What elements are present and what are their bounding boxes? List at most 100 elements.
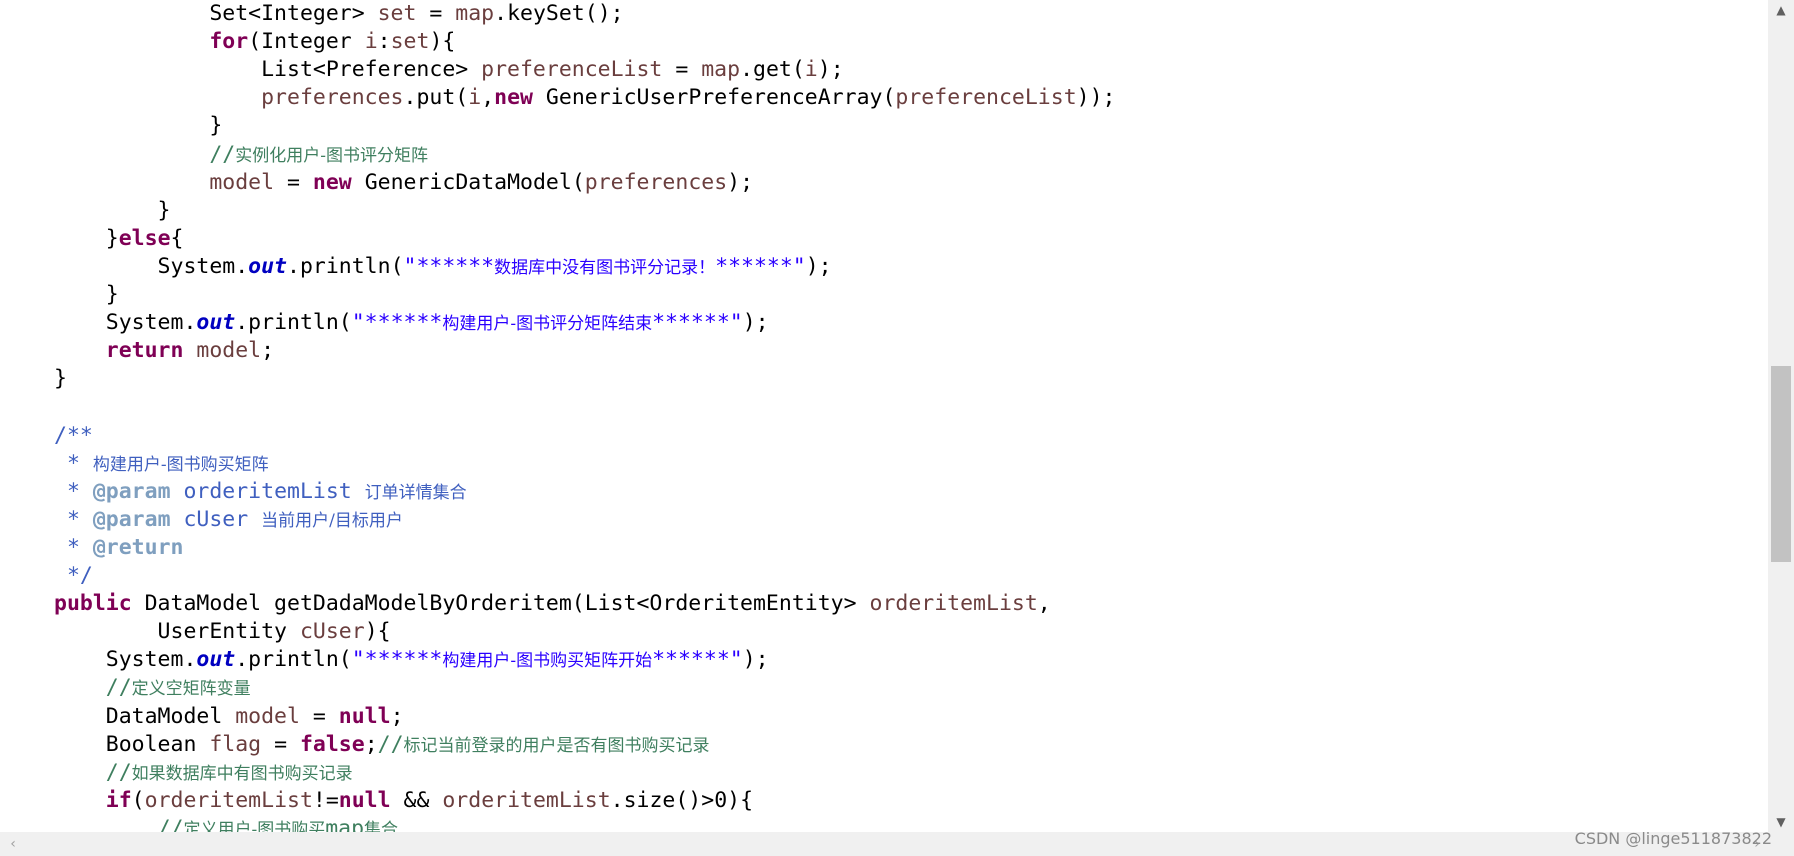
scroll-left-icon[interactable]: ‹ (2, 832, 24, 856)
code-token: .println( (235, 310, 352, 336)
code-line[interactable]: //如果数据库中有图书购买记录 (54, 759, 353, 787)
code-token: = (261, 731, 300, 757)
vertical-scrollbar-thumb[interactable] (1771, 366, 1791, 562)
code-line[interactable]: Boolean flag = false;//标记当前登录的用户是否有图书购买记… (54, 731, 710, 759)
code-token: if (105, 787, 132, 813)
code-line[interactable]: }else{ (54, 225, 184, 253)
code-line[interactable]: } (54, 197, 171, 225)
code-line[interactable]: * 构建用户-图书购买矩阵 (54, 450, 269, 478)
code-token: Boolean (54, 731, 210, 757)
code-line[interactable]: List<Preference> preferenceList = map.ge… (54, 56, 844, 84)
code-token: out (248, 253, 288, 279)
code-token: 数据库中没有图书评分记录！ (494, 257, 716, 278)
code-token: ******" (652, 310, 743, 336)
code-token: 实例化用户-图书评分矩阵 (235, 145, 428, 166)
code-token: = (299, 703, 339, 729)
code-line[interactable]: * @return (54, 534, 184, 562)
vertical-scrollbar[interactable]: ▲ ▼ (1768, 0, 1794, 832)
code-token: i (804, 57, 818, 83)
code-token: ( (131, 787, 145, 813)
code-token: ******" (652, 647, 743, 673)
code-token: } (54, 113, 223, 139)
code-line[interactable]: } (54, 281, 119, 309)
code-token: .size()>0){ (610, 787, 754, 813)
code-token: List<Preference> (54, 57, 482, 83)
code-line[interactable]: public DataModel getDadaModelByOrderitem… (54, 590, 1051, 618)
code-token: // (157, 815, 184, 832)
code-line[interactable]: for(Integer i:set){ (54, 28, 455, 56)
code-token: ******" (715, 253, 806, 279)
code-token: new (494, 85, 533, 111)
code-line[interactable]: //定义空矩阵变量 (54, 674, 251, 702)
code-token: 定义空矩阵变量 (131, 679, 251, 700)
code-token: ); (817, 57, 844, 83)
code-line[interactable]: Set<Integer> set = map.keySet(); (54, 0, 624, 28)
code-token: i (364, 29, 378, 55)
code-line[interactable]: UserEntity cUser){ (54, 618, 391, 646)
code-token: : (377, 29, 391, 55)
code-token: System. (54, 310, 197, 336)
code-token: DataModel getDadaModelByOrderitem(List<O… (131, 591, 870, 617)
code-token: // (105, 675, 132, 701)
code-token: i (468, 85, 482, 111)
code-line[interactable]: } (54, 112, 222, 140)
code-token: (Integer (248, 29, 365, 55)
code-token: */ (54, 563, 93, 588)
code-line[interactable]: //实例化用户-图书评分矩阵 (54, 141, 428, 169)
code-token: @param (92, 506, 171, 532)
code-line[interactable]: * @param cUser 当前用户/目标用户 (54, 506, 403, 534)
code-line[interactable]: System.out.println("******数据库中没有图书评分记录！*… (54, 253, 832, 281)
code-token: 构建用户-图书购买矩阵 (92, 454, 269, 475)
code-line[interactable]: return model; (54, 337, 274, 365)
code-line[interactable]: System.out.println("******构建用户-图书购买矩阵开始*… (54, 646, 769, 674)
code-token: ); (805, 253, 832, 279)
code-token: 构建用户-图书评分矩阵结束 (442, 314, 653, 335)
horizontal-scrollbar[interactable]: ‹ › (0, 832, 1794, 856)
code-line[interactable]: * @param orderitemList 订单详情集合 (54, 478, 467, 506)
code-line[interactable]: if(orderitemList!=null && orderitemList.… (54, 787, 753, 815)
code-token: set (390, 29, 430, 55)
code-token: 标记当前登录的用户是否有图书购买记录 (403, 735, 710, 756)
code-token: 订单详情集合 (364, 482, 467, 503)
code-token: System. (54, 253, 249, 279)
code-token: map (325, 815, 365, 832)
code-token: @param (92, 478, 171, 504)
code-token: new (312, 169, 352, 195)
code-token: )); (1076, 85, 1116, 111)
code-token: out (196, 647, 236, 673)
code-token: Set<Integer> (54, 1, 378, 26)
code-line[interactable]: /** (54, 422, 93, 450)
code-token: ); (742, 310, 769, 336)
code-token: .keySet(); (494, 1, 624, 26)
code-editor[interactable]: Set<Integer> set = map.keySet(); for(Int… (0, 0, 1794, 856)
code-line[interactable]: */ (54, 562, 93, 590)
code-line[interactable]: DataModel model = null; (54, 703, 404, 731)
code-token: orderitemList (442, 787, 611, 813)
code-token: 构建用户-图书购买矩阵开始 (442, 651, 653, 672)
code-token: false (299, 731, 365, 757)
code-token: * (54, 534, 93, 560)
scroll-up-icon[interactable]: ▲ (1768, 0, 1794, 20)
code-line[interactable]: preferences.put(i,new GenericUserPrefere… (54, 84, 1115, 112)
code-token: "****** (403, 253, 495, 279)
code-area[interactable]: Set<Integer> set = map.keySet(); for(Int… (0, 0, 1768, 832)
code-line[interactable]: model = new GenericDataModel(preferences… (54, 169, 753, 197)
code-token: } (54, 197, 171, 223)
code-line[interactable]: System.out.println("******构建用户-图书评分矩阵结束*… (54, 309, 769, 337)
code-token: * (54, 478, 93, 504)
code-token: public (54, 591, 132, 617)
code-line[interactable]: //定义用户-图书购买map集合 (54, 815, 398, 832)
code-token: != (312, 787, 339, 813)
code-token: orderitemList (869, 591, 1038, 617)
code-line[interactable]: } (54, 365, 67, 393)
code-token: out (196, 310, 236, 336)
code-token: preferenceList (481, 57, 663, 83)
code-token: && (390, 787, 443, 813)
